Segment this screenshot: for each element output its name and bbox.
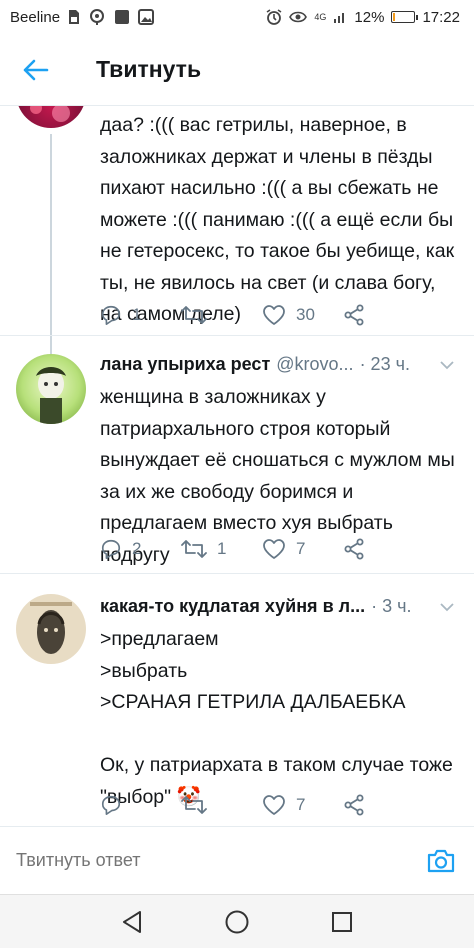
author-name[interactable]: лана упыриха рест [100, 354, 270, 375]
nav-back-button[interactable] [112, 902, 152, 942]
battery-percent: 12% [354, 8, 385, 26]
app-notification-icon [114, 9, 130, 25]
share-button[interactable] [343, 794, 424, 816]
author-name[interactable]: какая-то кудлатая хуйня в л... [100, 596, 365, 617]
image-notification-icon [138, 9, 155, 25]
back-button[interactable] [0, 34, 72, 106]
reply-input[interactable] [16, 840, 424, 881]
tweet-time: · 23 ч. [359, 354, 410, 374]
like-button[interactable]: 7 [262, 538, 343, 560]
retweet-button[interactable] [181, 305, 262, 325]
alarm-icon [266, 9, 282, 25]
square-recents-icon [331, 911, 352, 932]
heart-icon [263, 539, 285, 559]
system-nav-bar [0, 894, 474, 948]
camera-icon [427, 849, 455, 872]
avatar[interactable] [16, 594, 86, 664]
nav-recents-button[interactable] [322, 902, 362, 942]
avatar[interactable] [16, 106, 86, 128]
retweet-icon [181, 796, 207, 814]
sim-icon [68, 9, 80, 25]
circle-home-icon [225, 910, 249, 933]
tweet-actions: 7 [100, 790, 424, 820]
retweet-icon [181, 306, 207, 324]
reply-bar [0, 826, 474, 894]
reply-icon [101, 305, 121, 325]
share-button[interactable] [343, 304, 424, 326]
avatar[interactable] [16, 354, 86, 424]
retweet-button[interactable]: 1 [181, 539, 262, 559]
reply-button[interactable] [100, 794, 181, 816]
author-handle[interactable]: @krovo... [276, 354, 353, 375]
nfc-icon [88, 9, 106, 25]
tweet-actions: 1 30 [100, 300, 424, 330]
tweet-item[interactable]: даа? :((( вас гетрилы, наверное, в залож… [0, 106, 474, 364]
network-type: 4G [314, 11, 327, 22]
like-count: 30 [296, 305, 315, 324]
tweet-header: какая-то кудлатая хуйня в л... · 3 ч. [100, 596, 460, 617]
retweet-button[interactable] [181, 795, 262, 815]
share-button[interactable] [343, 538, 424, 560]
reply-button[interactable]: 2 [100, 538, 181, 560]
nav-home-button[interactable] [217, 902, 257, 942]
like-button[interactable]: 30 [262, 304, 343, 326]
reply-count: 2 [132, 539, 142, 558]
share-icon [344, 794, 364, 816]
eye-icon [289, 10, 308, 24]
app-header: Твитнуть [0, 34, 474, 106]
carrier-label: Beeline [10, 8, 61, 26]
tweet-item[interactable]: какая-то кудлатая хуйня в л... · 3 ч. >п… [0, 574, 474, 826]
share-icon [344, 304, 364, 326]
chevron-down-icon[interactable] [438, 598, 456, 616]
retweet-icon [181, 540, 207, 558]
triangle-back-icon [123, 910, 142, 933]
tweet-header: лана упыриха рест @krovo... · 23 ч. [100, 354, 460, 375]
thread-connector [50, 134, 52, 364]
battery-icon [391, 11, 419, 23]
tweet-text: >предлагаем >выбрать >СРАНАЯ ГЕТРИЛА ДАЛ… [100, 628, 453, 808]
heart-icon [263, 305, 285, 325]
share-icon [344, 538, 364, 560]
reply-icon [101, 539, 121, 559]
tweet-item[interactable]: лана упыриха рест @krovo... · 23 ч. женщ… [0, 336, 474, 574]
retweet-count: 1 [217, 539, 227, 558]
page-title: Твитнуть [96, 56, 202, 82]
tweet-time: · 3 ч. [371, 596, 412, 616]
like-count: 7 [296, 539, 306, 558]
signal-icon [333, 10, 347, 24]
like-count: 7 [296, 795, 306, 814]
clock: 17:22 [422, 8, 460, 26]
tweet-actions: 2 1 7 [100, 534, 424, 564]
arrow-left-icon [23, 59, 49, 80]
reply-button[interactable]: 1 [100, 304, 181, 326]
tweet-thread[interactable]: даа? :((( вас гетрилы, наверное, в залож… [0, 106, 474, 826]
tweet-text: даа? :((( вас гетрилы, наверное, в залож… [100, 114, 460, 325]
status-bar: Beeline 4G 12% 17:22 [0, 0, 474, 34]
like-button[interactable]: 7 [262, 794, 343, 816]
chevron-down-icon[interactable] [438, 356, 456, 374]
camera-button[interactable] [424, 844, 458, 878]
reply-icon [101, 795, 121, 815]
heart-icon [263, 795, 285, 815]
reply-count: 1 [132, 305, 142, 324]
